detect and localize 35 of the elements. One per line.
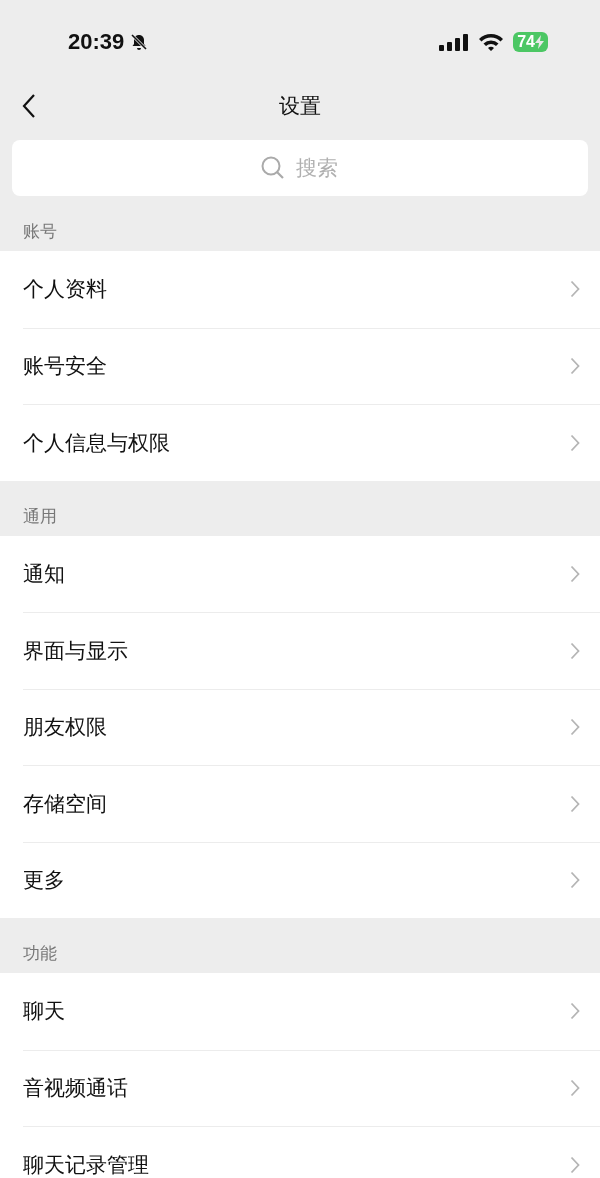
section-header: 通用 [22, 504, 58, 528]
settings-item[interactable]: 聊天 [23, 973, 600, 1050]
bolt-icon [535, 35, 544, 49]
chevron-icon [570, 718, 580, 737]
settings-item[interactable]: 更多 [23, 841, 600, 918]
settings-item[interactable]: 界面与显示 [23, 612, 600, 689]
chevron-icon [570, 564, 580, 583]
page-title: 设置 [279, 93, 321, 120]
signal-icon [439, 33, 470, 51]
chevron-icon [570, 357, 580, 376]
search-field[interactable]: 搜索 [12, 140, 588, 196]
chevron-icon [570, 280, 580, 299]
bell-muted-icon [130, 33, 149, 51]
settings-item[interactable]: 朋友权限 [23, 688, 600, 765]
section-header: 账号 [22, 220, 58, 243]
wifi-icon [478, 33, 505, 51]
battery-percent: 74 [517, 33, 535, 51]
settings-item[interactable]: 通知 [23, 535, 600, 612]
settings-item[interactable]: 存储空间 [23, 765, 600, 842]
settings-item[interactable]: 聊天记录管理 [23, 1126, 600, 1178]
back-icon[interactable] [22, 93, 36, 119]
settings-item[interactable]: 账号安全 [23, 327, 600, 404]
section-header: 功能 [22, 942, 58, 965]
chevron-icon [570, 1079, 580, 1098]
chevron-icon [570, 794, 580, 813]
chevron-icon [570, 433, 580, 452]
chevron-icon [570, 1155, 580, 1174]
chevron-icon [570, 641, 580, 660]
settings-item[interactable]: 音视频通话 [23, 1049, 600, 1126]
chevron-icon [570, 1002, 580, 1021]
settings-item[interactable]: 个人资料 [23, 251, 600, 328]
status-time: 20:39 [68, 29, 125, 55]
settings-item[interactable]: 个人信息与权限 [23, 404, 600, 481]
chevron-icon [570, 871, 580, 890]
search-icon [260, 155, 286, 181]
